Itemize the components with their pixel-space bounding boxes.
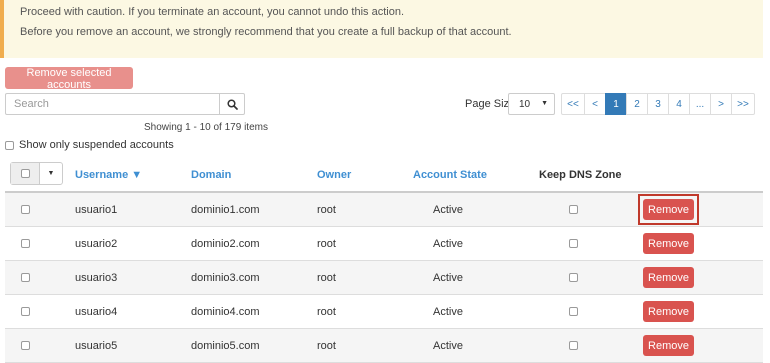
select-all-toggle[interactable] bbox=[11, 163, 39, 184]
column-username[interactable]: Username ▼ bbox=[75, 169, 142, 181]
column-keep-dns-zone: Keep DNS Zone bbox=[539, 169, 622, 181]
page-4-button[interactable]: 4 bbox=[668, 93, 690, 115]
row-account-state: Active bbox=[433, 306, 463, 318]
page-size-value: 10 bbox=[519, 99, 531, 110]
pagination: << < 1 2 3 4 ... > >> bbox=[561, 93, 755, 115]
accounts-table: ▼ Username ▼ Domain Owner Account State … bbox=[5, 158, 763, 363]
table-row: usuario4 dominio4.com root Active Remove bbox=[5, 295, 763, 329]
select-all-checkbox[interactable] bbox=[20, 169, 30, 178]
page-1-button[interactable]: 1 bbox=[605, 93, 627, 115]
table-header: ▼ Username ▼ Domain Owner Account State … bbox=[5, 158, 763, 193]
page-3-button[interactable]: 3 bbox=[647, 93, 669, 115]
select-all-dropdown: ▼ bbox=[10, 162, 63, 185]
row-select-checkbox[interactable] bbox=[21, 205, 30, 214]
row-select-checkbox[interactable] bbox=[21, 239, 30, 248]
remove-button[interactable]: Remove bbox=[643, 301, 694, 322]
search-input[interactable] bbox=[6, 94, 219, 114]
row-domain: dominio5.com bbox=[191, 340, 260, 352]
page-next-button[interactable]: > bbox=[710, 93, 732, 115]
table-row: usuario3 dominio3.com root Active Remove bbox=[5, 261, 763, 295]
row-owner: root bbox=[317, 306, 336, 318]
remove-button[interactable]: Remove bbox=[643, 199, 694, 220]
suspended-only-checkbox[interactable] bbox=[5, 140, 14, 150]
keep-dns-checkbox[interactable] bbox=[569, 341, 578, 350]
page-size-select[interactable]: 10 ▼ bbox=[508, 93, 555, 115]
row-username: usuario3 bbox=[75, 272, 118, 284]
keep-dns-checkbox[interactable] bbox=[569, 307, 578, 316]
page-2-button[interactable]: 2 bbox=[626, 93, 648, 115]
page-first-button[interactable]: << bbox=[561, 93, 585, 115]
search-button[interactable] bbox=[219, 94, 244, 114]
keep-dns-checkbox[interactable] bbox=[569, 273, 578, 282]
remove-button[interactable]: Remove bbox=[643, 267, 694, 288]
page-last-button[interactable]: >> bbox=[731, 93, 755, 115]
search-icon bbox=[226, 98, 238, 110]
column-domain[interactable]: Domain bbox=[191, 169, 231, 181]
caret-down-icon: ▼ bbox=[541, 100, 548, 107]
search-box bbox=[5, 93, 245, 115]
keep-dns-checkbox[interactable] bbox=[569, 239, 578, 248]
remove-selected-accounts-button[interactable]: Remove selected accounts bbox=[5, 67, 133, 91]
row-account-state: Active bbox=[433, 340, 463, 352]
row-domain: dominio4.com bbox=[191, 306, 260, 318]
row-account-state: Active bbox=[433, 238, 463, 250]
showing-count: Showing 1 - 10 of 179 items bbox=[144, 122, 268, 133]
row-username: usuario4 bbox=[75, 306, 118, 318]
page-prev-button[interactable]: < bbox=[584, 93, 606, 115]
row-username: usuario5 bbox=[75, 340, 118, 352]
table-row: usuario2 dominio2.com root Active Remove bbox=[5, 227, 763, 261]
row-owner: root bbox=[317, 238, 336, 250]
row-account-state: Active bbox=[433, 272, 463, 284]
suspended-filter: Show only suspended accounts bbox=[5, 139, 174, 151]
select-options-button[interactable]: ▼ bbox=[39, 163, 62, 184]
column-account-state[interactable]: Account State bbox=[413, 169, 487, 181]
row-select-checkbox[interactable] bbox=[21, 341, 30, 350]
row-select-checkbox[interactable] bbox=[21, 307, 30, 316]
row-owner: root bbox=[317, 340, 336, 352]
row-domain: dominio1.com bbox=[191, 204, 260, 216]
row-owner: root bbox=[317, 272, 336, 284]
warning-callout: Proceed with caution. If you terminate a… bbox=[0, 0, 763, 58]
table-row: usuario5 dominio5.com root Active Remove bbox=[5, 329, 763, 363]
row-domain: dominio3.com bbox=[191, 272, 260, 284]
remove-button[interactable]: Remove bbox=[643, 233, 694, 254]
row-select-checkbox[interactable] bbox=[21, 273, 30, 282]
caret-down-icon: ▼ bbox=[47, 170, 55, 177]
remove-button[interactable]: Remove bbox=[643, 335, 694, 356]
column-owner[interactable]: Owner bbox=[317, 169, 351, 181]
row-username: usuario2 bbox=[75, 238, 118, 250]
suspended-only-label: Show only suspended accounts bbox=[19, 139, 174, 151]
row-domain: dominio2.com bbox=[191, 238, 260, 250]
warning-line-2: Before you remove an account, we strongl… bbox=[20, 26, 512, 38]
row-owner: root bbox=[317, 204, 336, 216]
keep-dns-checkbox[interactable] bbox=[569, 205, 578, 214]
row-username: usuario1 bbox=[75, 204, 118, 216]
row-account-state: Active bbox=[433, 204, 463, 216]
warning-line-1: Proceed with caution. If you terminate a… bbox=[20, 6, 405, 18]
table-row: usuario1 dominio1.com root Active Remove bbox=[5, 193, 763, 227]
page-ellipsis[interactable]: ... bbox=[689, 93, 711, 115]
